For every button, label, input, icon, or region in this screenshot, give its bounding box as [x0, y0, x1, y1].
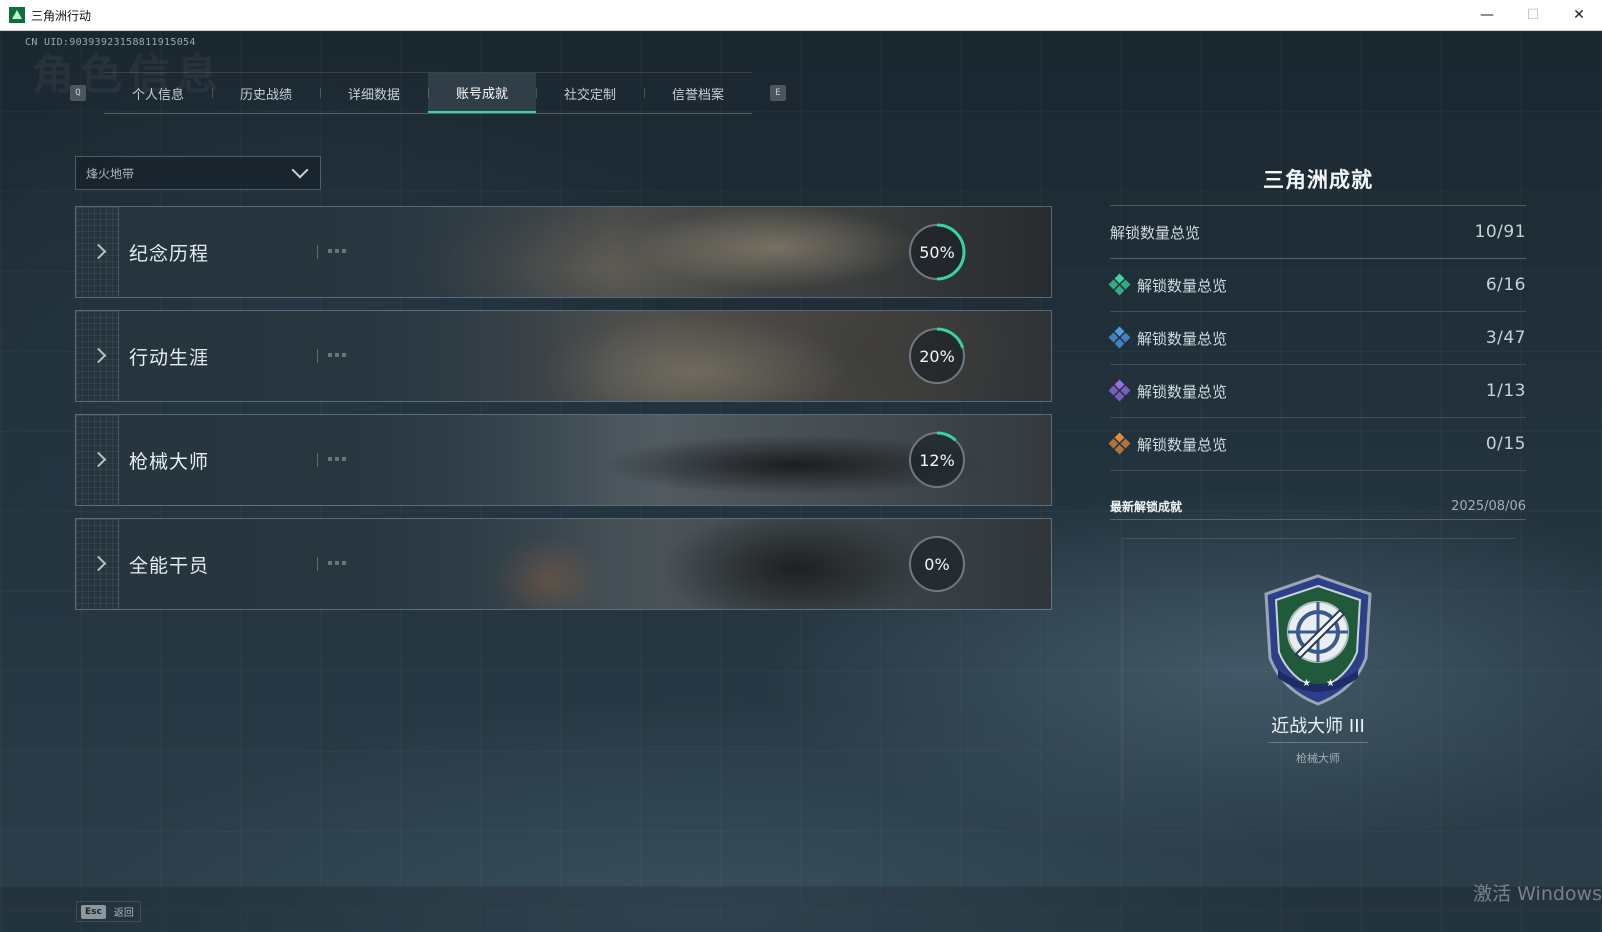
prev-tab-key-hint[interactable]: Q	[70, 85, 86, 101]
achievement-category-list: 纪念历程 50% 行动生涯 20% 枪械大师 12% 全能干员 0%	[75, 206, 1052, 622]
stat-label: 解锁数量总览	[1137, 329, 1228, 348]
stat-row: 解锁数量总览 3/47	[1108, 312, 1526, 365]
uid-label: CN UID:9039392315881191505​4	[25, 37, 196, 48]
progress-ring: 50%	[907, 222, 967, 282]
achievement-row[interactable]: 全能干员 0%	[75, 518, 1052, 610]
stat-row-total: 解锁数量总览 10/91	[1110, 206, 1526, 259]
progress-ring: 20%	[907, 326, 967, 386]
bottom-bar	[0, 886, 1602, 932]
stat-row: 解锁数量总览 6/16	[1108, 259, 1526, 312]
progress-label: 20%	[919, 346, 955, 366]
latest-achievement-name: 近战大师 III	[1271, 716, 1365, 737]
tab-credit-profile[interactable]: 信誉档案	[644, 73, 752, 113]
mode-dropdown-value: 烽火地带	[86, 166, 135, 181]
achievement-row[interactable]: 枪械大师 12%	[75, 414, 1052, 506]
stat-value: 10/91	[1474, 222, 1526, 242]
window-controls: — ☐ ✕	[1464, 0, 1602, 30]
achievement-title: 纪念历程	[129, 242, 210, 265]
achievement-row[interactable]: 纪念历程 50%	[75, 206, 1052, 298]
activate-windows-watermark: 激活 Windows	[1473, 883, 1602, 905]
stat-row: 解锁数量总览 0/15	[1108, 418, 1526, 471]
progress-label: 12%	[919, 450, 955, 470]
stat-label: 解锁数量总览	[1137, 435, 1228, 454]
svg-text:★: ★	[1302, 678, 1311, 689]
back-button[interactable]: Esc 返回	[76, 901, 141, 922]
close-button[interactable]: ✕	[1556, 0, 1602, 30]
chevron-down-icon	[291, 161, 309, 179]
tab-bar: Q 个人信息 历史战绩 详细数据 账号成就 社交定制 信誉档案 E	[70, 72, 786, 114]
tab-detailed-data[interactable]: 详细数据	[320, 73, 428, 113]
latest-achievement-card[interactable]: ★ ★ 近战大师 III 枪械大师	[1110, 520, 1526, 810]
progress-ring: 12%	[907, 430, 967, 490]
melee-master-badge-icon: ★ ★	[1264, 574, 1372, 706]
esc-key-hint: Esc	[81, 904, 106, 919]
panel-title: 三角洲成就	[1110, 151, 1526, 206]
achievement-title: 行动生涯	[129, 346, 210, 369]
mode-dropdown[interactable]: 烽火地带	[75, 156, 321, 190]
stat-value: 1/13	[1485, 381, 1526, 401]
next-tab-key-hint[interactable]: E	[770, 85, 786, 101]
latest-achievement-category: 枪械大师	[1296, 752, 1340, 765]
stat-row: 解锁数量总览 1/13	[1108, 365, 1526, 418]
purple-gem-icon	[1108, 379, 1131, 402]
latest-achievement-date: 2025/08/06	[1451, 498, 1526, 514]
achievement-title: 枪械大师	[129, 450, 210, 473]
minimize-button[interactable]: —	[1464, 0, 1510, 30]
stat-value: 6/16	[1485, 275, 1526, 295]
stat-label: 解锁数量总览	[1110, 223, 1201, 242]
progress-label: 50%	[919, 242, 955, 262]
progress-ring: 0%	[907, 534, 967, 594]
achievement-title: 全能干员	[129, 554, 210, 577]
maximize-button[interactable]: ☐	[1510, 0, 1556, 30]
green-gem-icon	[1108, 273, 1131, 296]
latest-achievement-heading: 最新解锁成就	[1110, 499, 1183, 514]
game-screen: 角色信息 CN UID:9039392315881191505​4 Q 个人信息…	[0, 31, 1602, 932]
stat-label: 解锁数量总览	[1137, 382, 1228, 401]
tab-account-achievements[interactable]: 账号成就	[428, 73, 536, 113]
tab-match-history[interactable]: 历史战绩	[212, 73, 320, 113]
svg-text:★: ★	[1326, 678, 1335, 689]
window-titlebar: 三角洲行动 — ☐ ✕	[0, 0, 1602, 31]
window-title: 三角洲行动	[31, 8, 92, 23]
latest-achievement-header: 最新解锁成就 2025/08/06	[1110, 493, 1526, 520]
achievement-summary-panel: 三角洲成就 解锁数量总览 10/91 解锁数量总览 6/16 解锁数量总览 3/…	[1108, 151, 1526, 810]
orange-gem-icon	[1108, 432, 1131, 455]
achievement-row[interactable]: 行动生涯 20%	[75, 310, 1052, 402]
stat-value: 0/15	[1485, 434, 1526, 454]
tab-personal-info[interactable]: 个人信息	[104, 73, 212, 113]
tabs: 个人信息 历史战绩 详细数据 账号成就 社交定制 信誉档案	[104, 72, 752, 114]
app-logo-icon	[9, 7, 25, 23]
stat-value: 3/47	[1485, 328, 1526, 348]
progress-label: 0%	[924, 554, 950, 574]
back-label: 返回	[113, 908, 134, 919]
blue-gem-icon	[1108, 326, 1131, 349]
tab-social-custom[interactable]: 社交定制	[536, 73, 644, 113]
stat-label: 解锁数量总览	[1137, 276, 1228, 295]
